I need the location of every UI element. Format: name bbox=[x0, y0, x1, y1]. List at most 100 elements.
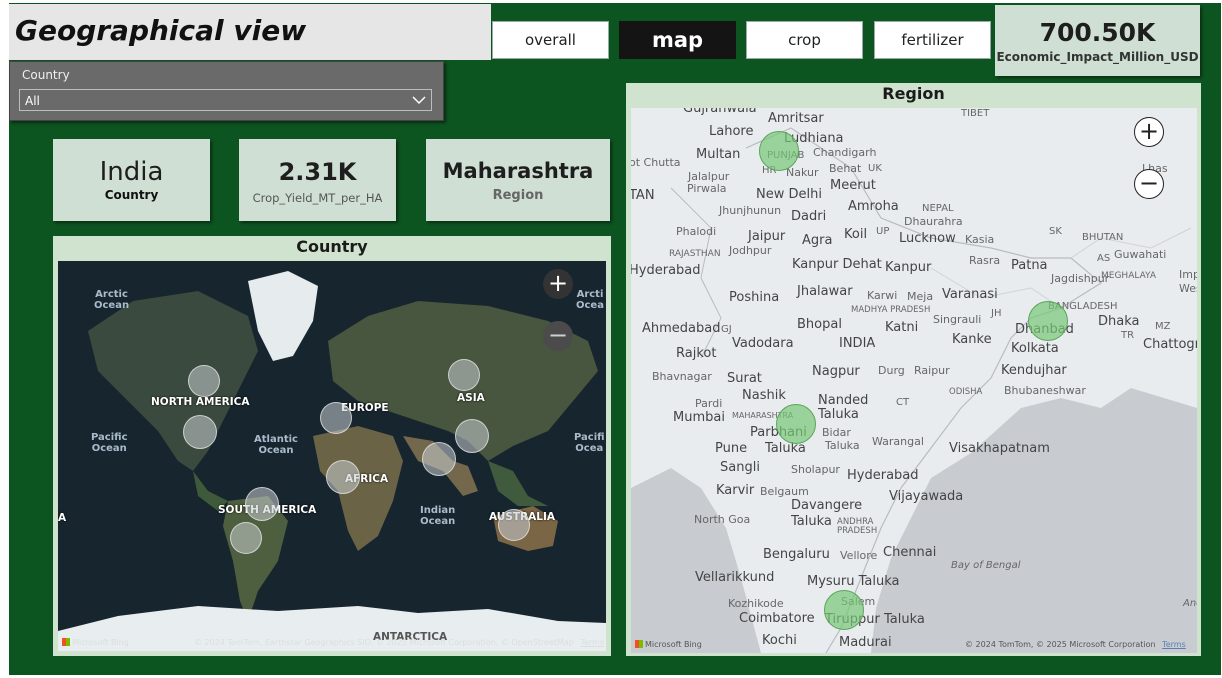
map-label: Vellore bbox=[840, 549, 878, 562]
map-label: Karvir bbox=[716, 483, 755, 498]
map-label: Bhopal bbox=[797, 317, 842, 332]
map-label: Chandigarh bbox=[813, 146, 877, 159]
nav-button-fertilizer[interactable]: fertilizer bbox=[874, 21, 991, 59]
map-bubble[interactable] bbox=[188, 365, 220, 397]
world-map[interactable]: Arctic Ocean Arcti Ocea NORTH AMERICA EURO… bbox=[58, 261, 606, 651]
map-label: Jodhpur bbox=[729, 244, 772, 257]
map-label: Sholapur bbox=[791, 463, 840, 476]
map-label: Hyderabad bbox=[847, 468, 919, 483]
india-map[interactable]: Gujranwala Amritsar TIBET Lahore Ludhian… bbox=[631, 108, 1197, 653]
map-label: Meja bbox=[907, 290, 934, 303]
country-dropdown[interactable]: All bbox=[19, 89, 432, 111]
map-label: Patna bbox=[1011, 258, 1048, 273]
zoom-out-button[interactable]: − bbox=[543, 321, 573, 351]
map-bubble[interactable] bbox=[498, 509, 530, 541]
kpi-value: India bbox=[99, 157, 164, 187]
map-label: Pacifi Ocea bbox=[574, 432, 605, 454]
map-bubble[interactable] bbox=[326, 460, 360, 494]
map-bubble[interactable] bbox=[320, 402, 352, 434]
map-label: BHUTAN bbox=[1082, 232, 1124, 243]
map-label: Bhubaneshwar bbox=[1004, 384, 1086, 397]
kpi-card-country: India Country bbox=[53, 139, 210, 221]
map-label: Bhavnagar bbox=[652, 370, 712, 383]
map-label: Atlantic Ocean bbox=[254, 434, 298, 456]
map-label: NORTH AMERICA bbox=[151, 396, 250, 408]
map-label: Coimbatore bbox=[739, 611, 815, 626]
map-bubble[interactable] bbox=[448, 359, 480, 391]
map-label: Pune bbox=[715, 441, 748, 456]
map-label: Singrauli bbox=[933, 313, 982, 326]
map-label: Chennai bbox=[883, 545, 937, 560]
map-label: Meerut bbox=[830, 178, 876, 193]
map-label: Amritsar bbox=[768, 111, 824, 126]
country-map-visual: Country Arctic Ocean Arcti Ocea NORTH AM… bbox=[53, 236, 611, 656]
country-map-title: Country bbox=[296, 237, 368, 256]
map-bubble[interactable] bbox=[776, 404, 816, 444]
map-label: Bay of Bengal bbox=[951, 560, 1021, 571]
kpi-card-economic-impact: 700.50K Economic_Impact_Million_USD bbox=[995, 5, 1200, 76]
map-bubble[interactable] bbox=[455, 419, 489, 453]
map-bubble[interactable] bbox=[759, 131, 799, 171]
map-label: Kanpur Dehat bbox=[792, 257, 882, 272]
nav-button-overall[interactable]: overall bbox=[492, 21, 609, 59]
zoom-out-button[interactable]: − bbox=[1134, 169, 1164, 199]
map-terms-link[interactable]: Terms bbox=[1162, 640, 1186, 649]
map-label: Amroha bbox=[848, 199, 899, 214]
slicer-label: Country bbox=[22, 68, 70, 82]
map-label: Gujranwala bbox=[683, 108, 757, 116]
microsoft-logo-icon bbox=[635, 640, 643, 648]
map-copyright-text: © 2024 TomTom, Earthstar Geographics SIO… bbox=[194, 638, 574, 647]
map-label: Kozhikode bbox=[728, 597, 784, 610]
page-title: Geographical view bbox=[15, 14, 307, 47]
map-label: Mysuru Taluka bbox=[807, 574, 900, 589]
map-label: Hyderabad bbox=[631, 263, 701, 278]
kpi-label: Crop_Yield_MT_per_HA bbox=[252, 191, 383, 205]
map-label: Nakur bbox=[786, 166, 819, 179]
map-label: Surat bbox=[727, 371, 762, 386]
country-slicer: Country All bbox=[9, 61, 444, 121]
map-label: Guwahati bbox=[1114, 248, 1167, 261]
map-bubble[interactable] bbox=[183, 415, 217, 449]
map-label: ANDHRA PRADESH bbox=[837, 517, 878, 536]
map-label: Rasra bbox=[969, 254, 1001, 267]
zoom-in-button[interactable]: + bbox=[1134, 117, 1164, 147]
map-label: JH bbox=[991, 308, 1002, 319]
map-label: Sangli bbox=[720, 460, 760, 475]
map-bubble[interactable] bbox=[230, 522, 262, 554]
map-label: Rajkot bbox=[676, 346, 717, 361]
map-label: Kendujhar bbox=[1001, 363, 1067, 378]
map-label: North Goa bbox=[694, 513, 751, 526]
map-terms-link[interactable]: Terms bbox=[580, 638, 604, 647]
map-label: Karwi bbox=[867, 289, 898, 302]
map-label: TAN bbox=[631, 188, 655, 203]
nav-button-crop[interactable]: crop bbox=[746, 21, 863, 59]
zoom-in-button[interactable]: + bbox=[543, 269, 573, 299]
kpi-card-region: Maharashtra Region bbox=[426, 139, 610, 221]
map-label: Jhunjhunun bbox=[719, 204, 782, 217]
map-label: Belgaum bbox=[760, 485, 809, 498]
report-canvas: Geographical view Country All overall ma… bbox=[0, 0, 1222, 678]
map-label: Katni bbox=[885, 320, 919, 335]
world-map-terrain bbox=[58, 261, 606, 651]
map-label: Kochi bbox=[762, 633, 797, 648]
microsoft-logo-icon bbox=[62, 638, 70, 646]
kpi-value: 2.31K bbox=[278, 158, 357, 186]
map-label: Varanasi bbox=[942, 287, 998, 302]
map-label: Wes bbox=[1179, 282, 1197, 295]
map-label: Vellarikkund bbox=[695, 570, 775, 585]
country-dropdown-value: All bbox=[25, 94, 40, 108]
map-label: MADHYA PRADESH bbox=[851, 305, 931, 315]
map-label: Pacific Ocean bbox=[91, 432, 128, 454]
map-label: Lahore bbox=[709, 124, 754, 139]
map-label: Kanpur bbox=[885, 260, 932, 275]
map-bubble[interactable] bbox=[422, 442, 456, 476]
nav-button-map[interactable]: map bbox=[619, 21, 736, 59]
kpi-label: Region bbox=[492, 188, 544, 203]
map-label: Davangere bbox=[791, 498, 863, 513]
map-label: ASIA bbox=[457, 392, 485, 404]
map-provider-credit: Microsoft Bing bbox=[635, 640, 702, 649]
map-bubble[interactable] bbox=[245, 487, 279, 521]
map-bubble[interactable] bbox=[1028, 301, 1068, 341]
map-label: INDIA bbox=[839, 336, 876, 351]
map-bubble[interactable] bbox=[824, 590, 864, 630]
